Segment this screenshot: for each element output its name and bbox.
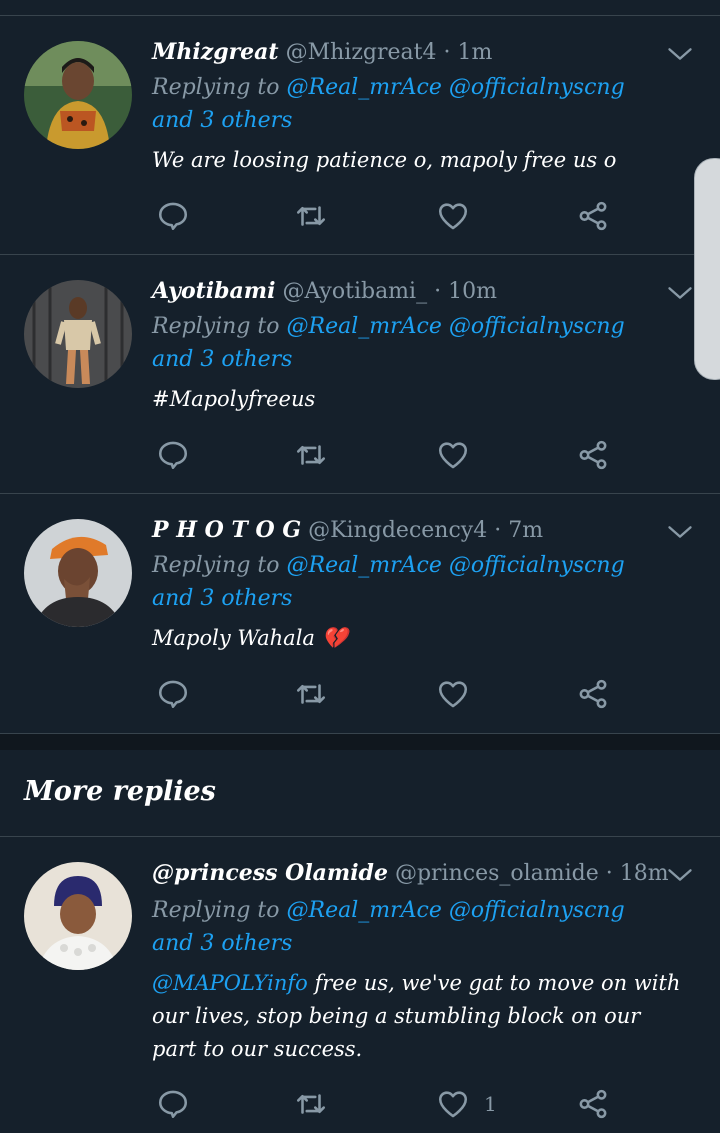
replying-to-label: Replying to (152, 898, 287, 923)
timestamp[interactable]: 18m (620, 861, 669, 886)
speech-bubble-icon (158, 441, 188, 470)
share-button[interactable] (576, 196, 610, 236)
share-icon (579, 201, 607, 231)
action-bar (152, 196, 622, 236)
tweet[interactable]: Ayotibami @Ayotibami_ · 10m Replying to … (0, 255, 720, 494)
tweet-header: Mhizgreat @Mhizgreat4 · 1m (152, 37, 492, 68)
chevron-down-icon[interactable] (666, 279, 694, 307)
separator-dot: · (443, 40, 451, 65)
display-name[interactable]: P H O T O G (152, 517, 301, 543)
action-bar (152, 435, 622, 475)
share-icon (579, 440, 607, 470)
share-icon (579, 679, 607, 709)
user-handle[interactable]: @Mhizgreat4 (286, 40, 437, 65)
more-replies-title: More replies (24, 776, 216, 807)
retweet-button[interactable] (294, 196, 328, 236)
reply-button[interactable] (156, 435, 190, 475)
like-button[interactable] (436, 674, 484, 714)
hashtag-link[interactable]: #Mapolyfreeus (152, 383, 682, 416)
speech-bubble-icon (158, 1090, 188, 1119)
avatar[interactable] (24, 862, 132, 970)
tweet-text: We are loosing patience o, mapoly free u… (152, 148, 617, 172)
tweet-header: P H O T O G @Kingdecency4 · 7m (152, 515, 543, 546)
like-button[interactable]: 1 (436, 1084, 497, 1124)
retweet-icon (296, 445, 326, 465)
separator-dot: · (494, 518, 502, 543)
avatar[interactable] (24, 41, 132, 149)
speech-bubble-icon (158, 202, 188, 231)
chevron-down-icon[interactable] (666, 861, 694, 889)
timestamp[interactable]: 10m (448, 279, 497, 304)
avatar[interactable] (24, 519, 132, 627)
scrollbar-thumb[interactable] (694, 158, 720, 380)
replying-to: Replying to @Real_mrAce @officialnyscng … (152, 71, 672, 137)
share-button[interactable] (576, 435, 610, 475)
tweet-header: Ayotibami @Ayotibami_ · 10m (152, 276, 497, 307)
retweet-icon (296, 1094, 326, 1114)
share-button[interactable] (576, 674, 610, 714)
section-separator (0, 734, 720, 750)
retweet-button[interactable] (294, 435, 328, 475)
reply-button[interactable] (156, 196, 190, 236)
separator-dot: · (434, 279, 442, 304)
retweet-button[interactable] (294, 1084, 328, 1124)
retweet-button[interactable] (294, 674, 328, 714)
top-divider (0, 0, 720, 16)
replying-to-label: Replying to (152, 75, 287, 100)
replying-to-label: Replying to (152, 553, 287, 578)
like-button[interactable] (436, 435, 484, 475)
timestamp[interactable]: 1m (458, 40, 493, 65)
tweet[interactable]: @princess Olamide @princes_olamide · 18m… (0, 837, 720, 1133)
tweet[interactable]: P H O T O G @Kingdecency4 · 7m Replying … (0, 494, 720, 734)
display-name[interactable]: @princess Olamide (152, 860, 388, 886)
chevron-down-icon[interactable] (666, 518, 694, 546)
user-handle[interactable]: @Ayotibami_ (282, 279, 427, 304)
replying-to: Replying to @Real_mrAce @officialnyscng … (152, 310, 672, 376)
heart-icon (438, 681, 468, 708)
share-button[interactable] (576, 1084, 610, 1124)
replying-to: Replying to @Real_mrAce @officialnyscng … (152, 894, 672, 960)
reply-button[interactable] (156, 1084, 190, 1124)
tweet-header: @princess Olamide @princes_olamide · 18m (152, 858, 669, 889)
timestamp[interactable]: 7m (508, 518, 543, 543)
share-icon (579, 1089, 607, 1119)
heart-icon (438, 203, 468, 230)
like-count: 1 (484, 1092, 497, 1116)
heart-icon (438, 1091, 468, 1118)
reply-button[interactable] (156, 674, 190, 714)
tweet-text: Mapoly Wahala 💔 (152, 626, 348, 650)
retweet-icon (296, 684, 326, 704)
separator-dot: · (605, 861, 613, 886)
like-button[interactable] (436, 196, 484, 236)
avatar[interactable] (24, 280, 132, 388)
tweet-text: @MAPOLYinfo free us, we've gat to move o… (152, 967, 682, 1066)
speech-bubble-icon (158, 680, 188, 709)
more-replies-header: More replies (0, 750, 720, 837)
display-name[interactable]: Mhizgreat (152, 39, 279, 65)
user-handle[interactable]: @Kingdecency4 (308, 518, 487, 543)
display-name[interactable]: Ayotibami (152, 278, 275, 304)
heart-icon (438, 442, 468, 469)
replying-to: Replying to @Real_mrAce @officialnyscng … (152, 549, 672, 615)
chevron-down-icon[interactable] (666, 40, 694, 68)
action-bar: 1 (152, 1084, 622, 1124)
replying-to-label: Replying to (152, 314, 287, 339)
retweet-icon (296, 206, 326, 226)
tweet[interactable]: Mhizgreat @Mhizgreat4 · 1m Replying to @… (0, 16, 720, 255)
user-handle[interactable]: @princes_olamide (395, 861, 599, 886)
mention-link[interactable]: @MAPOLYinfo (152, 971, 308, 995)
action-bar (152, 674, 622, 714)
